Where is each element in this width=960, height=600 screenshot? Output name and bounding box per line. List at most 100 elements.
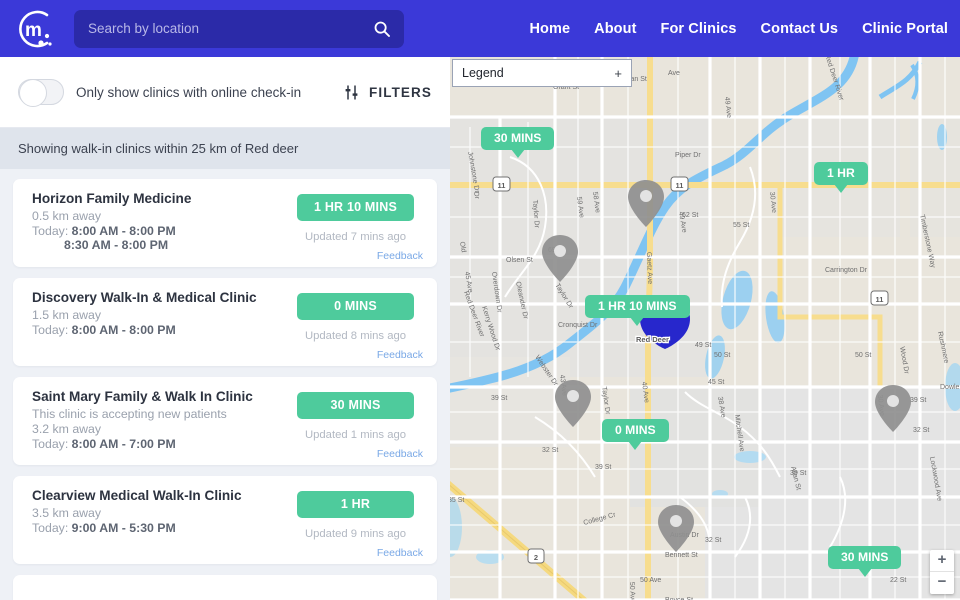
filters-label: FILTERS	[369, 84, 432, 100]
svg-text:11: 11	[876, 295, 884, 304]
map-legend-box[interactable]: Legend +	[452, 59, 632, 87]
svg-text:Carrington Dr: Carrington Dr	[825, 267, 868, 274]
highway-shield: 11	[492, 176, 511, 192]
clinic-hours: Today: 8:00 AM - 8:00 PM	[32, 323, 288, 337]
clinic-hours-value: 8:00 AM - 8:00 PM	[71, 323, 176, 337]
clinic-card-info: Saint Mary Family & Walk In Clinic This …	[32, 389, 288, 457]
search-input[interactable]	[74, 9, 404, 48]
map-wait-pill[interactable]: 1 HR 10 MINS	[585, 295, 690, 326]
nav-link-for-clinics[interactable]: For Clinics	[661, 21, 737, 37]
svg-text:50 Ave: 50 Ave	[628, 582, 636, 600]
svg-text:Bennett St: Bennett St	[665, 552, 698, 559]
svg-text:50 Ave: 50 Ave	[640, 577, 661, 584]
svg-text:39 St: 39 St	[790, 470, 806, 477]
svg-text:22 St: 22 St	[890, 577, 906, 584]
clinic-card[interactable]: Clearview Medical Walk-In Clinic 3.5 km …	[13, 476, 437, 564]
wait-time-badge[interactable]: 0 MINS	[297, 293, 414, 320]
clinic-hours-label: Today:	[32, 323, 69, 337]
legend-expand-icon[interactable]: +	[614, 66, 622, 81]
svg-text:Cronquist Dr: Cronquist Dr	[558, 322, 598, 329]
clinic-hours-label: Today:	[32, 224, 69, 238]
clinic-hours-label: Today:	[32, 437, 69, 451]
svg-text:35 St: 35 St	[450, 497, 464, 504]
top-navigation-bar: m Home About For Clinics Contact Us Clin…	[0, 0, 960, 57]
clinic-hours-value: 8:00 AM - 7:00 PM	[71, 437, 176, 451]
app-root: m Home About For Clinics Contact Us Clin…	[0, 0, 960, 600]
map-wait-pill[interactable]: 30 MINS	[828, 546, 902, 577]
clinic-card[interactable]: Discovery Walk-In & Medical Clinic 1.5 k…	[13, 278, 437, 366]
map-zoom-controls: + −	[930, 550, 954, 594]
nav-link-home[interactable]: Home	[529, 21, 570, 37]
medimap-logo[interactable]: m	[6, 3, 62, 55]
filters-button[interactable]: FILTERS	[343, 84, 432, 101]
wait-time-badge[interactable]: 1 HR	[297, 491, 414, 518]
map-wait-pill[interactable]: 0 MINS	[602, 419, 669, 450]
online-checkin-label: Only show clinics with online check-in	[76, 84, 302, 100]
svg-text:m: m	[25, 20, 42, 41]
clinic-distance: 1.5 km away	[32, 308, 102, 322]
feedback-link[interactable]: Feedback	[377, 448, 423, 460]
svg-text:49 St: 49 St	[695, 342, 711, 349]
highway-shield: 11	[870, 290, 889, 306]
feedback-link[interactable]: Feedback	[377, 250, 423, 262]
svg-text:39 St: 39 St	[491, 395, 507, 402]
highway-shield: 2	[527, 548, 545, 564]
filter-bar: Only show clinics with online check-in F…	[0, 57, 450, 127]
svg-text:Olsen St: Olsen St	[506, 257, 533, 264]
feedback-link[interactable]: Feedback	[377, 547, 423, 559]
svg-text:2: 2	[534, 553, 538, 562]
wait-time-badge[interactable]: 30 MINS	[297, 392, 414, 419]
highway-shield: 11	[670, 176, 689, 192]
svg-text:Piper Dr: Piper Dr	[675, 152, 701, 159]
svg-text:39 St: 39 St	[910, 397, 926, 404]
clinic-distance: 3.2 km away	[32, 422, 102, 436]
clinic-results-panel: Only show clinics with online check-in F…	[0, 57, 450, 600]
legend-label: Legend	[462, 66, 504, 80]
zoom-out-button[interactable]: −	[930, 572, 954, 594]
svg-text:50 St: 50 St	[714, 352, 730, 359]
clinic-card[interactable]: Saint Mary Family & Walk In Clinic This …	[13, 377, 437, 465]
clinic-hours-secondary: 8:30 AM - 8:00 PM	[64, 238, 169, 252]
clinic-note: This clinic is accepting new patients	[32, 407, 227, 421]
clinic-name: Discovery Walk-In & Medical Clinic	[32, 290, 257, 305]
clinic-hours-value: 8:00 AM - 8:00 PM	[71, 224, 176, 238]
clinic-card[interactable]	[13, 575, 437, 600]
wait-time-badge[interactable]: 1 HR 10 MINS	[297, 194, 414, 221]
clinic-card-info: Horizon Family Medicine 0.5 km away Toda…	[32, 191, 288, 259]
svg-text:Ave: Ave	[668, 70, 680, 77]
search-container	[74, 9, 404, 48]
clinic-hours: Today: 8:00 AM - 7:00 PM	[32, 437, 288, 451]
updated-timestamp: Updated 8 mins ago	[304, 330, 407, 342]
svg-text:32 St: 32 St	[542, 447, 558, 454]
online-checkin-toggle[interactable]	[18, 79, 64, 107]
map-wait-pill[interactable]: 30 MINS	[481, 127, 555, 158]
svg-text:11: 11	[498, 181, 506, 190]
clinic-card[interactable]: Horizon Family Medicine 0.5 km away Toda…	[13, 179, 437, 267]
svg-text:45 St: 45 St	[708, 379, 724, 386]
clinic-hours-value: 9:00 AM - 5:30 PM	[71, 521, 176, 535]
map-city-label: Red Deer	[636, 335, 669, 344]
nav-link-clinic-portal[interactable]: Clinic Portal	[862, 21, 948, 37]
map-view[interactable]: .st { font-family:"Liberation Sans", san…	[450, 57, 960, 600]
clinic-card-info: Discovery Walk-In & Medical Clinic 1.5 k…	[32, 290, 288, 358]
svg-text:50 St: 50 St	[855, 352, 871, 359]
clinic-name: Clearview Medical Walk-In Clinic	[32, 488, 242, 503]
clinic-name: Saint Mary Family & Walk In Clinic	[32, 389, 253, 404]
clinic-card-list: Horizon Family Medicine 0.5 km away Toda…	[0, 169, 450, 600]
nav-link-about[interactable]: About	[594, 21, 636, 37]
feedback-link[interactable]: Feedback	[377, 349, 423, 361]
svg-text:62 St: 62 St	[682, 212, 698, 219]
svg-text:Dowler St: Dowler St	[940, 384, 960, 391]
map-wait-pill[interactable]: 1 HR	[814, 162, 868, 193]
svg-text:11: 11	[676, 181, 684, 190]
nav-link-contact-us[interactable]: Contact Us	[761, 21, 839, 37]
clinic-hours: Today: 9:00 AM - 5:30 PM	[32, 521, 288, 535]
svg-text:Gaetz Ave: Gaetz Ave	[645, 252, 653, 285]
zoom-in-button[interactable]: +	[930, 550, 954, 572]
svg-text:39 St: 39 St	[595, 464, 611, 471]
svg-text:55 St: 55 St	[733, 222, 749, 229]
clinic-card-wait: 0 MINS Updated 8 mins ago	[288, 290, 423, 358]
svg-text:32 St: 32 St	[705, 537, 721, 544]
results-summary: Showing walk-in clinics within 25 km of …	[0, 127, 450, 169]
updated-timestamp: Updated 1 mins ago	[304, 429, 407, 441]
